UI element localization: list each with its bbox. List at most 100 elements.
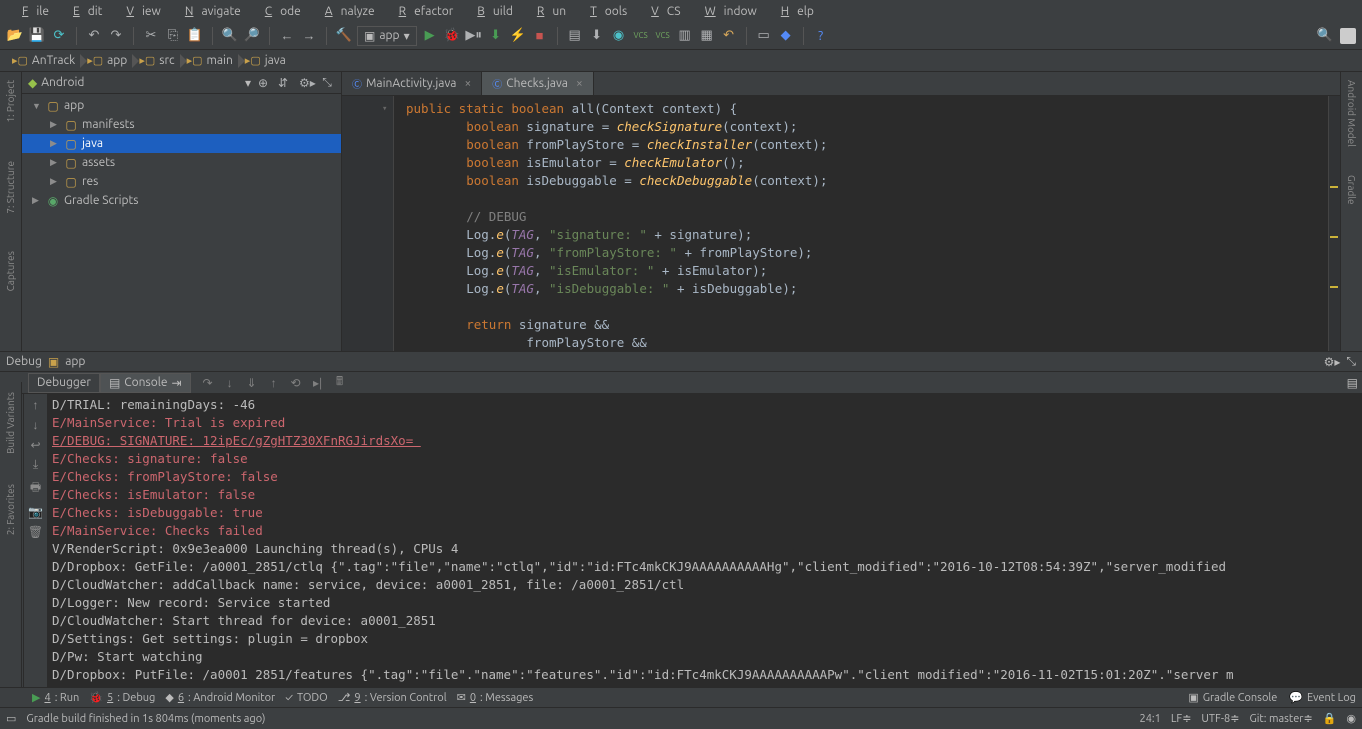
gear-icon[interactable]: ⚙▸: [299, 76, 315, 90]
wrap-icon[interactable]: ↩: [30, 438, 40, 452]
menu-navigate[interactable]: Navigate: [169, 3, 249, 20]
revert-icon[interactable]: ↶: [720, 27, 738, 45]
search-icon[interactable]: 🔍: [1316, 27, 1334, 45]
tool-messages[interactable]: ✉ 0: Messages: [457, 691, 534, 704]
evaluate-icon[interactable]: 🖩: [331, 374, 349, 392]
copy-icon[interactable]: ⎘: [164, 27, 182, 45]
encoding[interactable]: UTF-8≑: [1201, 712, 1239, 725]
run-icon[interactable]: ▶: [421, 27, 439, 45]
project-tool-tab[interactable]: 1: Project: [5, 76, 16, 127]
tool-debug[interactable]: 🐞 5: Debug: [89, 691, 155, 704]
android-icon[interactable]: ◆: [777, 27, 795, 45]
tool-version-control[interactable]: ⎇ 9: Version Control: [338, 691, 447, 704]
tab-console[interactable]: ▤ Console ⇥: [100, 373, 191, 393]
breadcrumb-java[interactable]: ▸▢java: [239, 51, 292, 71]
menu-file[interactable]: File: [6, 3, 57, 20]
restore-icon[interactable]: ▤: [1347, 376, 1358, 390]
paste-icon[interactable]: 📋: [186, 27, 204, 45]
step-out-icon[interactable]: ↑: [265, 374, 283, 392]
tree-item-gradle-scripts[interactable]: ▶◉Gradle Scripts: [22, 191, 341, 210]
lock-icon[interactable]: 🔒: [1323, 712, 1337, 725]
avd-icon[interactable]: ▤: [566, 27, 584, 45]
undo-icon[interactable]: ↶: [85, 27, 103, 45]
tab-checks-java[interactable]: ⒸChecks.java×: [482, 72, 594, 95]
android-model-tab[interactable]: Android Model: [1346, 76, 1357, 151]
chevron-down-icon[interactable]: ▾: [245, 76, 251, 90]
code-text[interactable]: public static boolean all(Context contex…: [394, 96, 1328, 351]
hammer-icon[interactable]: 🔨: [335, 27, 353, 45]
run-cursor-icon[interactable]: ▸|: [309, 374, 327, 392]
menu-build[interactable]: Build: [461, 3, 521, 20]
hide-icon[interactable]: ⤡: [1346, 355, 1356, 369]
down-icon[interactable]: ↓: [33, 418, 39, 432]
stop-icon[interactable]: ■: [531, 27, 549, 45]
line-separator[interactable]: LF≑: [1171, 712, 1192, 725]
menu-edit[interactable]: Edit: [57, 3, 110, 20]
camera-icon[interactable]: 📷: [28, 505, 43, 519]
breadcrumb-antrack[interactable]: ▸▢AnTrack: [6, 51, 81, 71]
replace-icon[interactable]: 🔎: [243, 27, 261, 45]
attach-icon[interactable]: ⬇: [487, 27, 505, 45]
menu-tools[interactable]: Tools: [574, 3, 635, 20]
console-output[interactable]: D/TRIAL: remainingDays: -46 E/MainServic…: [48, 394, 1362, 687]
target-icon[interactable]: ⊕: [255, 76, 271, 90]
tool-event-log[interactable]: 💬 Event Log: [1289, 691, 1356, 704]
find-icon[interactable]: 🔍: [221, 27, 239, 45]
close-icon[interactable]: ×: [576, 77, 583, 90]
code-area[interactable]: ▾ public static boolean all(Context cont…: [342, 96, 1340, 351]
drop-frame-icon[interactable]: ⟲: [287, 374, 305, 392]
run-config-select[interactable]: ▣ app ▾: [357, 26, 417, 46]
gradle-sync-icon[interactable]: ◉: [610, 27, 628, 45]
forward-icon[interactable]: →: [300, 27, 318, 45]
collapse-icon[interactable]: ⇵: [275, 76, 291, 90]
menu-vcs[interactable]: VCS: [635, 3, 688, 20]
vcs-update-icon[interactable]: VCS: [632, 27, 650, 45]
open-icon[interactable]: 📂: [6, 27, 24, 45]
layout-icon[interactable]: ▦: [698, 27, 716, 45]
menu-analyze[interactable]: Analyze: [309, 3, 383, 20]
device-icon[interactable]: ▭: [755, 27, 773, 45]
print-icon[interactable]: 🖶: [30, 478, 41, 499]
caret-position[interactable]: 24:1: [1139, 713, 1160, 725]
back-icon[interactable]: ←: [278, 27, 296, 45]
breadcrumb-src[interactable]: ▸▢src: [133, 51, 180, 71]
menu-view[interactable]: View: [110, 3, 168, 20]
tool-gradle-console[interactable]: ▣ Gradle Console: [1188, 691, 1277, 704]
save-icon[interactable]: 💾: [28, 27, 46, 45]
menu-run[interactable]: Run: [521, 3, 574, 20]
menu-refactor[interactable]: Refactor: [383, 3, 462, 20]
panel-title[interactable]: Android: [41, 76, 241, 89]
git-branch[interactable]: Git: master≑: [1249, 712, 1312, 725]
tree-item-manifests[interactable]: ▶▢manifests: [22, 115, 341, 134]
step-into-icon[interactable]: ↓: [221, 374, 239, 392]
scroll-icon[interactable]: ⤓: [33, 458, 38, 472]
close-icon[interactable]: ×: [464, 77, 471, 90]
menu-window[interactable]: Window: [689, 3, 765, 20]
build-variants-tab[interactable]: Build Variants: [5, 392, 16, 454]
apply-icon[interactable]: ⚡: [509, 27, 527, 45]
step-over-icon[interactable]: ↷: [199, 374, 217, 392]
gradle-tab[interactable]: Gradle: [1346, 171, 1357, 209]
tree-item-app[interactable]: ▼▢app: [22, 96, 341, 115]
force-step-icon[interactable]: ⇓: [243, 374, 261, 392]
tree-item-java[interactable]: ▶▢java: [22, 134, 341, 153]
tree-item-res[interactable]: ▶▢res: [22, 172, 341, 191]
up-icon[interactable]: ↑: [33, 398, 39, 412]
tool-todo[interactable]: ✓ TODO: [285, 692, 328, 704]
tree-item-assets[interactable]: ▶▢assets: [22, 153, 341, 172]
status-icon[interactable]: ▭: [6, 712, 16, 725]
breadcrumb-app[interactable]: ▸▢app: [81, 51, 133, 71]
structure-icon[interactable]: ▥: [676, 27, 694, 45]
menu-help[interactable]: Help: [765, 3, 822, 20]
tab-mainactivity-java[interactable]: ⒸMainActivity.java×: [342, 72, 482, 95]
vcs-commit-icon[interactable]: VCS: [654, 27, 672, 45]
tab-debugger[interactable]: Debugger: [28, 373, 100, 393]
tool-android-monitor[interactable]: ◆ 6: Android Monitor: [165, 691, 275, 704]
trash-icon[interactable]: 🗑: [28, 525, 43, 539]
menu-code[interactable]: Code: [249, 3, 309, 20]
cut-icon[interactable]: ✂: [142, 27, 160, 45]
favorites-tab[interactable]: 2: Favorites: [5, 484, 16, 535]
breadcrumb-main[interactable]: ▸▢main: [181, 51, 239, 71]
avatar[interactable]: [1340, 28, 1356, 44]
hide-icon[interactable]: ⤡: [319, 76, 335, 90]
